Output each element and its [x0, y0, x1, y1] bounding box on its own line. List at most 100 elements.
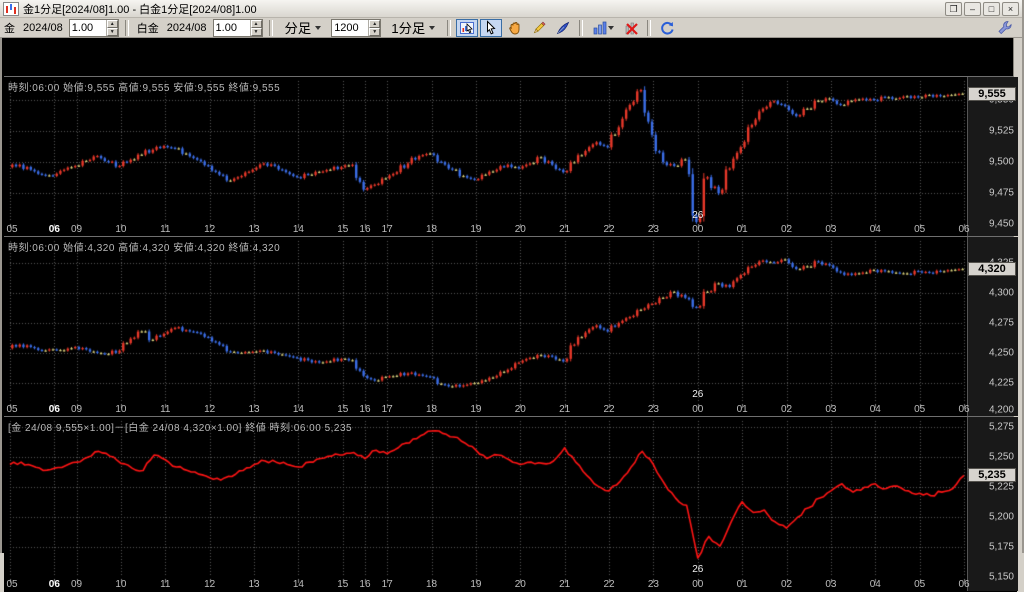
- time-axis-label: 17: [381, 224, 393, 235]
- gold-last-price-badge: 9,555: [968, 86, 1016, 101]
- gold-ratio-spinner: ▲▼: [68, 18, 119, 37]
- bar-style-dropdown-button[interactable]: [588, 19, 618, 37]
- window-buttons: ❐ – □ ×: [945, 1, 1022, 16]
- price-axis-label: 4,225: [988, 377, 1014, 389]
- time-axis-label: 19: [470, 224, 482, 235]
- time-axis-label: 13: [248, 224, 260, 235]
- bar-type-dropdown[interactable]: 分足: [278, 18, 328, 37]
- float-window-button[interactable]: ❐: [945, 1, 962, 16]
- date-label: 26: [692, 564, 704, 575]
- time-axis-label: 00: [692, 404, 704, 415]
- platinum-ratio-down-button[interactable]: ▼: [250, 27, 262, 36]
- delete-chart-button[interactable]: [620, 19, 642, 37]
- time-axis-label: 05: [6, 579, 18, 590]
- time-axis-label: 12: [204, 224, 216, 235]
- settings-wrench-icon[interactable]: [996, 20, 1014, 36]
- pointer-icon: [483, 19, 499, 36]
- interval-dropdown[interactable]: 1分足: [385, 18, 442, 37]
- time-axis-label: 04: [869, 404, 881, 415]
- date-label: 26: [692, 210, 704, 221]
- toolbar-separator: [124, 19, 129, 36]
- time-axis-label: 14: [292, 404, 304, 415]
- time-axis-label: 09: [70, 404, 83, 415]
- time-axis-label: 03: [825, 224, 837, 235]
- maximize-button[interactable]: □: [983, 1, 1000, 16]
- chevron-down-icon: [429, 25, 436, 30]
- price-axis-label: 4,200: [988, 404, 1014, 416]
- chart-mode-button[interactable]: [456, 18, 479, 37]
- gold-ratio-up-button[interactable]: ▲: [106, 19, 118, 28]
- price-axis-label: 9,450: [988, 218, 1014, 230]
- time-axis-label: 19: [470, 579, 482, 590]
- time-axis-label: 16: [359, 224, 371, 235]
- time-axis-label: 06: [48, 224, 60, 235]
- bar-count-spinner: ▲▼: [331, 18, 382, 37]
- time-axis-label: 16: [359, 404, 371, 415]
- time-axis-label: 06: [958, 224, 970, 235]
- time-axis-label: 22: [603, 224, 615, 235]
- pencil-tool-button[interactable]: [528, 19, 550, 37]
- gold-ratio-input[interactable]: [69, 19, 106, 36]
- time-axis-label: 05: [914, 579, 926, 590]
- time-axis-label: 01: [736, 579, 748, 590]
- time-axis-label: 23: [647, 579, 659, 590]
- bar-count-up-button[interactable]: ▲: [369, 19, 381, 28]
- time-axis-label: 09: [70, 579, 83, 590]
- time-axis-label: 06: [48, 579, 60, 590]
- time-axis-label: 22: [603, 404, 615, 415]
- bar-count-input[interactable]: [332, 19, 369, 36]
- gold-month-label: 2024/08: [23, 21, 63, 34]
- price-axis-label: 5,250: [988, 451, 1014, 463]
- time-axis-label: 00: [692, 579, 704, 590]
- time-axis-label: 20: [514, 404, 526, 415]
- chart-window-icon: [3, 1, 19, 16]
- platinum-ratio-input[interactable]: [213, 19, 250, 36]
- time-axis-label: 14: [292, 224, 304, 235]
- time-axis-label: 21: [559, 224, 571, 235]
- refresh-icon: [659, 20, 675, 36]
- time-axis-label: 20: [514, 579, 526, 590]
- spread-chart-panel: [金 24/08 9,555×1.00]－[白金 24/08 4,320×1.0…: [4, 416, 1018, 592]
- price-axis-label: 5,175: [988, 541, 1014, 553]
- pointer-tool-button[interactable]: [480, 18, 503, 37]
- chart-mode-icon: [459, 20, 475, 36]
- gold-price-axis: 9,5509,5259,5009,4759,450: [967, 77, 1018, 236]
- ohlc-info-line: 時刻:06:00 始値:9,555 高値:9,555 安値:9,555 終値:9…: [8, 83, 281, 94]
- time-axis-label: 23: [647, 404, 659, 415]
- price-axis-label: 9,500: [988, 156, 1014, 168]
- pen-tool-button[interactable]: [552, 19, 574, 37]
- time-axis-label: 16: [359, 579, 371, 590]
- hand-tool-button[interactable]: [504, 19, 526, 37]
- chevron-down-icon: [315, 25, 322, 30]
- price-axis-label: 4,300: [988, 287, 1014, 299]
- time-axis-label: 19: [470, 404, 482, 415]
- price-axis-label: 9,525: [988, 125, 1014, 137]
- minimize-button[interactable]: –: [964, 1, 981, 16]
- platinum-candlestick-chart[interactable]: [4, 237, 1017, 417]
- time-axis-label: 02: [780, 224, 793, 235]
- time-axis-label: 17: [381, 579, 393, 590]
- hand-icon: [507, 20, 523, 36]
- gold-candlestick-chart[interactable]: [4, 77, 1017, 237]
- platinum-chart-panel: 時刻:06:00 始値:4,320 高値:4,320 安値:4,320 終値:4…: [4, 236, 1018, 417]
- price-axis-label: 4,275: [988, 317, 1014, 329]
- time-axis-label: 18: [425, 224, 438, 235]
- time-axis-label: 11: [160, 579, 171, 590]
- toolbar-separator: [447, 19, 452, 36]
- time-axis-label: 05: [6, 224, 18, 235]
- price-axis-label: 5,225: [988, 481, 1014, 493]
- platinum-ratio-up-button[interactable]: ▲: [250, 19, 262, 28]
- refresh-button[interactable]: [656, 19, 678, 37]
- spread-line-chart[interactable]: [4, 417, 1017, 592]
- time-axis-label: 15: [337, 404, 349, 415]
- gold-ratio-down-button[interactable]: ▼: [106, 27, 118, 36]
- close-button[interactable]: ×: [1002, 1, 1019, 16]
- time-axis-label: 10: [115, 224, 127, 235]
- time-axis-label: 14: [292, 579, 304, 590]
- time-axis-label: 03: [825, 579, 837, 590]
- time-axis-label: 05: [914, 224, 926, 235]
- bar-count-down-button[interactable]: ▼: [369, 27, 381, 36]
- time-axis-label: 21: [559, 579, 571, 590]
- time-axis-label: 01: [736, 404, 748, 415]
- time-axis-label: 04: [869, 224, 881, 235]
